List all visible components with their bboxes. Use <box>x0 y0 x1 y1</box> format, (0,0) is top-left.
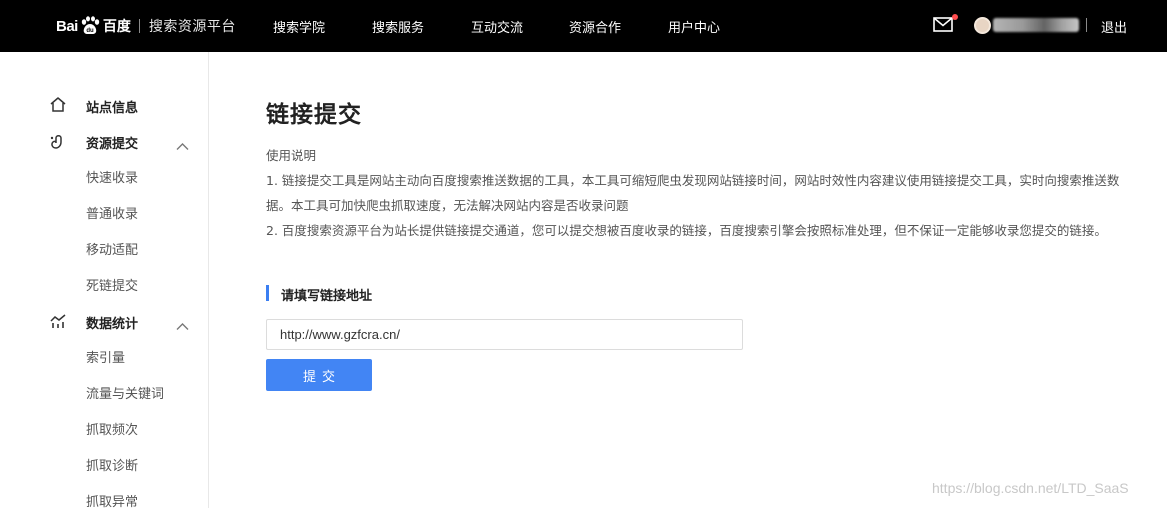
home-icon <box>49 96 67 114</box>
svg-text:du: du <box>86 28 94 34</box>
top-navigation-bar: Bai du 百度 搜索资源平台 搜索学院 搜索服务 互动交流 资源合作 用户中… <box>0 0 1167 52</box>
data-stats-icon <box>49 312 67 330</box>
sidebar-item-normal-index[interactable]: 普通收录 <box>86 203 138 222</box>
baidu-paw-icon: du <box>79 16 101 36</box>
section-title: 请填写链接地址 <box>281 289 373 304</box>
nav-resource-cooperation[interactable]: 资源合作 <box>569 17 621 36</box>
chevron-up-icon[interactable] <box>176 136 189 150</box>
sidebar-item-quick-index[interactable]: 快速收录 <box>86 167 138 186</box>
sidebar-label-resource-submit: 资源提交 <box>86 137 139 152</box>
sidebar-item-crawl-diagnosis[interactable]: 抓取诊断 <box>86 455 138 474</box>
page-title: 链接提交 <box>266 102 362 128</box>
sidebar-item-index-volume[interactable]: 索引量 <box>86 347 125 366</box>
sidebar-item-traffic-keywords[interactable]: 流量与关键词 <box>86 383 164 402</box>
sidebar-item-crawl-errors[interactable]: 抓取异常 <box>86 491 138 508</box>
sidebar-group-data-stats[interactable]: 数据统计 <box>0 311 209 332</box>
logout-link[interactable]: 退出 <box>1101 17 1127 36</box>
sidebar-item-dead-link[interactable]: 死链提交 <box>86 275 138 294</box>
mail-icon[interactable] <box>933 17 953 32</box>
sidebar: 站点信息 资源提交 快速收录 普通收录 移动适配 死链提交 数据统计 索引量 流… <box>0 52 209 508</box>
logo-divider <box>138 19 140 33</box>
instructions-line-1: 1. 链接提交工具是网站主动向百度搜索推送数据的工具，本工具可缩短爬虫发现网站链… <box>266 173 1120 188</box>
url-input[interactable] <box>266 319 743 350</box>
sidebar-label-data-stats: 数据统计 <box>86 317 139 332</box>
avatar[interactable] <box>974 17 991 34</box>
username-blurred[interactable] <box>993 18 1079 32</box>
sidebar-item-station-info[interactable]: 站点信息 <box>0 95 209 116</box>
submit-button[interactable]: 提交 <box>266 359 372 391</box>
chevron-up-icon[interactable] <box>176 316 189 330</box>
nav-search-academy[interactable]: 搜索学院 <box>273 17 325 36</box>
section-accent-bar <box>266 285 269 301</box>
nav-user-center[interactable]: 用户中心 <box>668 17 720 36</box>
nav-search-services[interactable]: 搜索服务 <box>372 17 424 36</box>
instructions-line-2: 2. 百度搜索资源平台为站长提供链接提交通道，您可以提交想被百度收录的链接，百度… <box>266 223 1107 238</box>
logo-bai-text: Bai <box>56 17 78 35</box>
nav-interaction[interactable]: 互动交流 <box>471 17 523 36</box>
resource-submit-icon <box>49 132 67 150</box>
sidebar-item-crawl-frequency[interactable]: 抓取频次 <box>86 419 138 438</box>
instructions-heading: 使用说明 <box>266 148 317 163</box>
sidebar-label-station-info: 站点信息 <box>86 101 139 116</box>
sidebar-group-resource-submit[interactable]: 资源提交 <box>0 131 209 152</box>
watermark: https://blog.csdn.net/LTD_SaaS <box>932 480 1129 496</box>
baidu-logo[interactable]: Bai du 百度 搜索资源平台 <box>56 13 236 39</box>
logo-baidu-text: 百度 <box>102 19 131 35</box>
user-divider <box>1086 18 1087 32</box>
sidebar-item-mobile-adapt[interactable]: 移动适配 <box>86 239 138 258</box>
instructions-line-1-continued: 据。本工具可加快爬虫抓取速度，无法解决网站内容是否收录问题 <box>266 198 629 213</box>
platform-name: 搜索资源平台 <box>148 19 236 35</box>
notification-dot <box>952 14 958 20</box>
